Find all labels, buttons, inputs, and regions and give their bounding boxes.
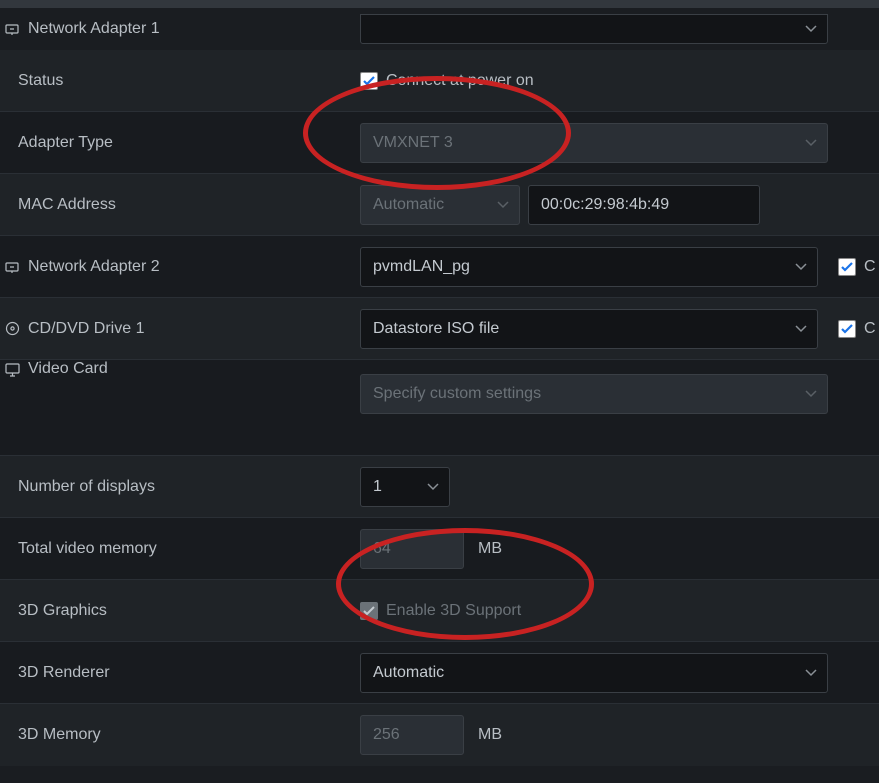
status-label: Status — [18, 72, 63, 90]
na2-connect-label-partial: C — [864, 258, 876, 276]
mb-unit: MB — [478, 540, 502, 558]
chevron-down-icon — [795, 263, 807, 271]
monitor-icon — [4, 362, 20, 378]
network-adapter-1-label: Network Adapter 1 — [28, 20, 160, 38]
network-adapter-1-network-select[interactable] — [360, 14, 828, 44]
total-video-memory-label: Total video memory — [18, 540, 157, 558]
chevron-down-icon — [805, 139, 817, 147]
row-3d-renderer: 3D Renderer Automatic — [0, 642, 879, 704]
network-adapter-icon — [4, 21, 20, 37]
row-num-displays: Number of displays 1 — [0, 456, 879, 518]
chevron-down-icon — [795, 325, 807, 333]
row-network-adapter-1-header: Network Adapter 1 — [0, 0, 879, 50]
row-video-card: Video Card Specify custom settings — [0, 360, 879, 456]
row-cd-dvd-drive-1: CD/DVD Drive 1 Datastore ISO file C — [0, 298, 879, 360]
num-displays-label: Number of displays — [18, 478, 155, 496]
enable-3d-label: Enable 3D Support — [386, 602, 521, 620]
video-card-settings-select: Specify custom settings — [360, 374, 828, 414]
chevron-down-icon — [497, 201, 509, 209]
disc-icon — [4, 321, 20, 337]
3d-memory-label: 3D Memory — [18, 726, 101, 744]
network-adapter-2-select[interactable]: pvmdLAN_pg — [360, 247, 818, 287]
na2-connect-checkbox[interactable] — [838, 258, 856, 276]
mac-address-input[interactable] — [528, 185, 760, 225]
video-card-label: Video Card — [28, 360, 108, 378]
chevron-down-icon — [805, 669, 817, 677]
num-displays-select[interactable]: 1 — [360, 467, 450, 507]
cd-dvd-connect-label-partial: C — [864, 320, 876, 338]
mac-address-label: MAC Address — [18, 196, 116, 214]
row-na1-adapter-type: Adapter Type VMXNET 3 — [0, 112, 879, 174]
connect-at-power-on-checkbox[interactable] — [360, 72, 378, 90]
row-na1-status: Status Connect at power on — [0, 50, 879, 112]
network-adapter-icon — [4, 259, 20, 275]
3d-graphics-label: 3D Graphics — [18, 602, 107, 620]
cd-dvd-connect-checkbox[interactable] — [838, 320, 856, 338]
row-3d-memory: 3D Memory MB — [0, 704, 879, 766]
adapter-type-label: Adapter Type — [18, 134, 113, 152]
3d-renderer-select[interactable]: Automatic — [360, 653, 828, 693]
chevron-down-icon — [805, 390, 817, 398]
network-adapter-2-label: Network Adapter 2 — [28, 258, 160, 276]
row-network-adapter-2: Network Adapter 2 pvmdLAN_pg C — [0, 236, 879, 298]
mac-mode-select: Automatic — [360, 185, 520, 225]
mb-unit: MB — [478, 726, 502, 744]
cd-dvd-label: CD/DVD Drive 1 — [28, 320, 144, 338]
enable-3d-checkbox — [360, 602, 378, 620]
row-na1-mac: MAC Address Automatic — [0, 174, 879, 236]
connect-at-power-on-label: Connect at power on — [386, 72, 534, 90]
adapter-type-select: VMXNET 3 — [360, 123, 828, 163]
row-total-video-memory: Total video memory MB — [0, 518, 879, 580]
chevron-down-icon — [805, 25, 817, 33]
chevron-down-icon — [427, 483, 439, 491]
3d-renderer-label: 3D Renderer — [18, 664, 110, 682]
total-video-memory-input — [360, 529, 464, 569]
3d-memory-input — [360, 715, 464, 755]
cd-dvd-select[interactable]: Datastore ISO file — [360, 309, 818, 349]
row-3d-graphics: 3D Graphics Enable 3D Support — [0, 580, 879, 642]
